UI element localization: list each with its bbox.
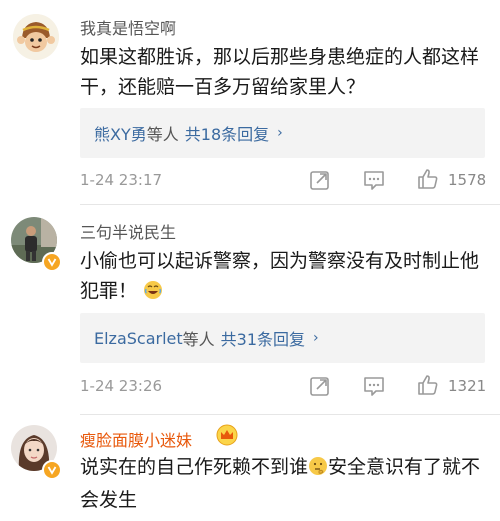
reply-users[interactable]: 熊XY勇 (94, 121, 147, 145)
reply-users[interactable]: ElzaScarlet (94, 329, 183, 348)
comment-time: 1-24 23:17 (80, 171, 163, 189)
like-count: 1321 (448, 377, 487, 395)
reply-summary[interactable]: 熊XY勇 等人 共18条回复 › (80, 108, 485, 158)
comment-text-content: 小偷也可以起诉警察，因为警察没有及时制止他犯罪！ (80, 250, 480, 302)
comment-item: 我真是悟空啊 如果这都胜诉，那以后那些身患绝症的人都这样干，还能赔一百多万留给家… (0, 0, 500, 205)
yellow-v-badge (42, 460, 62, 480)
reply-count[interactable]: 共31条回复 (221, 326, 305, 350)
reply-count[interactable]: 共18条回复 (185, 121, 269, 145)
comment-text: 说实在的自己作死赖不到谁 安全意识有了就不会发生 (80, 452, 485, 515)
thumbs-up-icon[interactable] (415, 372, 441, 398)
laughing-emoji-icon (143, 279, 163, 309)
reply-users-suffix: 等人 (146, 125, 179, 144)
like-count: 1578 (448, 171, 487, 189)
crown-icon (215, 424, 239, 446)
thumbs-up-icon[interactable] (415, 166, 441, 192)
chevron-right-icon: › (313, 330, 319, 346)
comment-icon[interactable] (362, 168, 386, 192)
comment-text-part1: 说实在的自己作死赖不到谁 (80, 456, 309, 478)
comment-username[interactable]: 我真是悟空啊 (80, 15, 176, 39)
comment-username[interactable]: 瘦脸面膜小迷妹 (80, 427, 192, 451)
comment-item: 瘦脸面膜小迷妹 说实在的自己作死赖不到谁 安全意识有了就不会发生 (0, 415, 500, 521)
comment-icon[interactable] (362, 374, 386, 398)
yellow-v-badge (42, 252, 62, 272)
share-icon[interactable] (308, 168, 332, 192)
comment-text: 如果这都胜诉，那以后那些身患绝症的人都这样干，还能赔一百多万留给家里人？ (80, 46, 480, 98)
thinking-emoji-icon (308, 455, 328, 485)
reply-summary[interactable]: ElzaScarlet 等人 共31条回复 › (80, 313, 485, 363)
monkey-avatar-icon (13, 14, 59, 60)
chevron-right-icon: › (277, 125, 283, 141)
share-icon[interactable] (308, 374, 332, 398)
comment-item: 三句半说民生 小偷也可以起诉警察，因为警察没有及时制止他犯罪！ ElzaScar… (0, 205, 500, 415)
user-avatar[interactable] (13, 14, 59, 60)
comment-time: 1-24 23:26 (80, 377, 163, 395)
comment-text: 小偷也可以起诉警察，因为警察没有及时制止他犯罪！ (80, 246, 485, 309)
reply-users-suffix: 等人 (182, 330, 215, 349)
comment-username[interactable]: 三句半说民生 (80, 219, 176, 243)
